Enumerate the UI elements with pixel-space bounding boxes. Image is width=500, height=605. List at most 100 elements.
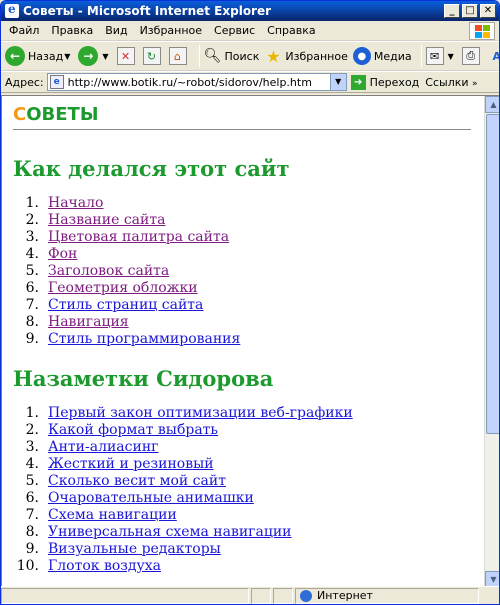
- home-button[interactable]: ⌂: [168, 47, 190, 65]
- menu-file[interactable]: Файл: [3, 24, 45, 37]
- list-number: 2.: [25, 422, 39, 438]
- list-number: 8.: [25, 524, 39, 540]
- list-number: 3.: [25, 439, 39, 455]
- address-bar: Адрес: e http://www.botik.ru/~robot/sido…: [1, 71, 499, 93]
- security-zone-pane: Интернет: [295, 587, 479, 604]
- favorites-button[interactable]: ★ Избранное: [264, 46, 348, 66]
- back-arrow-icon: ←: [5, 46, 25, 66]
- list-number: 1.: [25, 405, 39, 421]
- back-dropdown-icon[interactable]: ▼: [64, 52, 70, 61]
- article-link[interactable]: Цветовая палитра сайта: [48, 229, 229, 246]
- article-link[interactable]: Заголовок сайта: [48, 263, 169, 280]
- search-button[interactable]: 🔍︎ Поиск: [204, 47, 260, 65]
- address-dropdown-icon[interactable]: ▼: [329, 74, 346, 90]
- go-arrow-icon: ➔: [350, 74, 366, 90]
- article-link[interactable]: Название сайта: [48, 212, 165, 229]
- list-number: 5.: [25, 263, 39, 279]
- list-item: 3. Цветовая палитра сайта: [13, 229, 475, 246]
- print-icon: ⎙: [461, 47, 480, 65]
- article-link[interactable]: Фон: [48, 246, 77, 263]
- section-title: Как делался этот сайт: [13, 156, 290, 181]
- forward-arrow-icon: →: [78, 46, 99, 66]
- site-logo: СОВЕТЫ: [13, 104, 475, 125]
- media-icon: ●: [352, 47, 371, 65]
- star-icon: ★: [266, 46, 281, 66]
- status-bar: Интернет: [1, 586, 499, 604]
- scroll-up-icon[interactable]: ▲: [485, 96, 499, 113]
- article-link[interactable]: Сколько весит мой сайт: [48, 473, 226, 490]
- article-link[interactable]: Геометрия обложки: [48, 280, 198, 297]
- list-item: 8. Универсальная схема навигации: [13, 524, 475, 541]
- forward-dropdown-icon[interactable]: ▼: [102, 52, 108, 61]
- menu-tools[interactable]: Сервис: [208, 24, 261, 37]
- font-size-icon: A: [488, 47, 500, 65]
- list-number: 6.: [25, 280, 39, 296]
- close-button[interactable]: ✕: [480, 4, 496, 18]
- article-link[interactable]: Жесткий и резиновый: [48, 456, 214, 473]
- menu-favorites[interactable]: Избранное: [134, 24, 208, 37]
- zone-label: Интернет: [317, 589, 373, 602]
- list-number: 4.: [25, 456, 39, 472]
- stop-button[interactable]: ✕: [116, 47, 138, 65]
- article-link[interactable]: Визуальные редакторы: [48, 541, 221, 558]
- article-link[interactable]: Универсальная схема навигации: [48, 524, 292, 541]
- page-content: СОВЕТЫ Как делался этот сайт 1. Начало 2. Н…: [2, 96, 483, 588]
- list-item: 2. Какой формат выбрать: [13, 422, 475, 439]
- back-button[interactable]: ← Назад ▼: [5, 46, 73, 66]
- stop-icon: ✕: [116, 47, 135, 65]
- list-number: 4.: [25, 246, 39, 262]
- article-link[interactable]: Стиль программирования: [48, 331, 240, 348]
- forward-button[interactable]: → ▼: [78, 46, 111, 66]
- list-item: 5. Сколько весит мой сайт: [13, 473, 475, 490]
- window-title: Советы - Microsoft Internet Explorer: [23, 4, 272, 18]
- article-link[interactable]: Первый закон оптимизации веб-графики: [48, 405, 353, 422]
- scroll-thumb[interactable]: [486, 114, 499, 434]
- article-link[interactable]: Стиль страниц сайта: [48, 297, 203, 314]
- article-link[interactable]: Анти-алиасинг: [48, 439, 159, 456]
- list-item: 8. Навигация: [13, 314, 475, 331]
- menu-view[interactable]: Вид: [99, 24, 133, 37]
- list-number: 6.: [25, 490, 39, 506]
- status-pane: [251, 587, 271, 604]
- minimize-button[interactable]: _: [444, 4, 460, 18]
- article-link[interactable]: Какой формат выбрать: [48, 422, 218, 439]
- list-item: 3. Анти-алиасинг: [13, 439, 475, 456]
- section-title: Назаметки Сидорова: [13, 366, 274, 391]
- list-item: 10. Глоток воздуха: [13, 558, 475, 575]
- vertical-scrollbar[interactable]: ▲ ▼: [484, 96, 499, 588]
- browser-viewport: СОВЕТЫ Как делался этот сайт 1. Начало 2. Н…: [1, 95, 499, 588]
- go-button[interactable]: ➔ Переход: [350, 74, 420, 90]
- ie-icon: [5, 2, 19, 18]
- list-number: 9.: [25, 331, 39, 347]
- history-button[interactable]: ✉ ▼: [425, 47, 457, 65]
- list-number: 3.: [25, 229, 39, 245]
- menu-edit[interactable]: Правка: [45, 24, 99, 37]
- article-link[interactable]: Схема навигации: [48, 507, 177, 524]
- print-button[interactable]: ⎙: [461, 47, 483, 65]
- article-link[interactable]: Навигация: [48, 314, 129, 331]
- edit-button[interactable]: A ▼: [488, 47, 500, 65]
- list-item: 9. Визуальные редакторы: [13, 541, 475, 558]
- globe-icon: [300, 589, 312, 602]
- address-url: http://www.botik.ru/~robot/sidorov/help.…: [67, 75, 312, 89]
- list-number: 8.: [25, 314, 39, 330]
- status-pane: [273, 587, 293, 604]
- maximize-button[interactable]: □: [462, 4, 478, 18]
- list-number: 10.: [16, 558, 39, 574]
- links-button[interactable]: Ссылки »: [425, 76, 477, 89]
- media-button[interactable]: ● Медиа: [352, 47, 412, 65]
- favorites-label: Избранное: [285, 49, 348, 63]
- menu-help[interactable]: Справка: [261, 24, 321, 37]
- mail-dropdown-icon[interactable]: ▼: [448, 52, 454, 61]
- article-link[interactable]: Очаровательные анимашки: [48, 490, 254, 507]
- chevron-right-icon: »: [472, 78, 478, 89]
- address-input[interactable]: e http://www.botik.ru/~robot/sidorov/hel…: [46, 73, 347, 91]
- go-label: Переход: [369, 75, 420, 89]
- refresh-button[interactable]: ↻: [142, 47, 164, 65]
- article-link[interactable]: Начало: [48, 195, 103, 212]
- article-link[interactable]: Глоток воздуха: [48, 558, 161, 575]
- list-number: 7.: [25, 507, 39, 523]
- list-number: 5.: [25, 473, 39, 489]
- list-number: 2.: [25, 212, 39, 228]
- title-bar: Советы - Microsoft Internet Explorer _ □…: [1, 1, 499, 21]
